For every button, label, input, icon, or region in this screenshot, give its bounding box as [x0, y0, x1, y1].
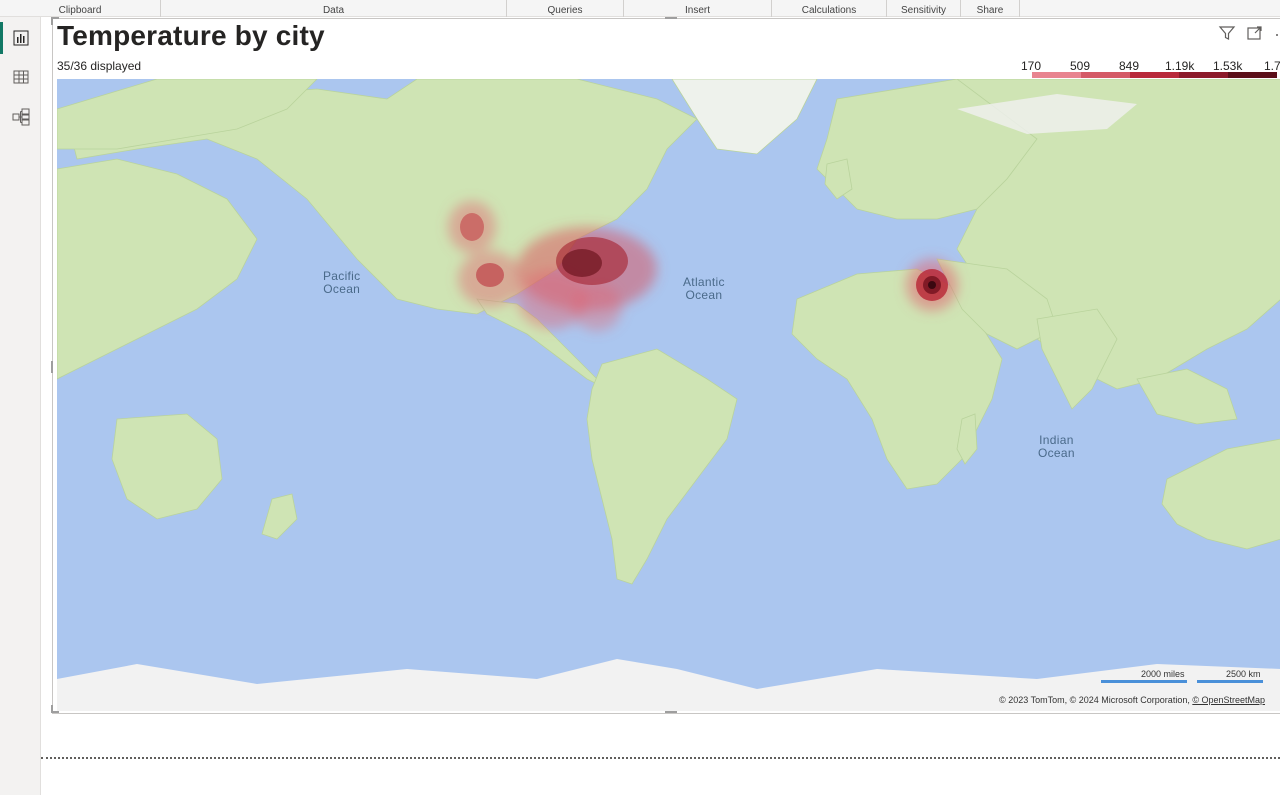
model-view-icon [12, 108, 29, 126]
world-map [57, 79, 1280, 711]
legend-swatch [1130, 72, 1179, 78]
land-masses [57, 79, 1280, 585]
legend-label: 509 [1070, 59, 1091, 73]
resize-handle[interactable] [51, 17, 53, 25]
ribbon-group-insert: Insert [624, 0, 772, 17]
legend-swatch [1032, 72, 1081, 78]
openstreetmap-link[interactable]: © OpenStreetMap [1192, 695, 1265, 705]
focus-mode-icon[interactable] [1245, 23, 1265, 43]
atlantic-ocean-label: Atlantic Ocean [683, 275, 725, 302]
more-options-icon[interactable] [1269, 23, 1280, 43]
resize-handle[interactable] [665, 17, 677, 19]
ribbon-group-share: Share [961, 0, 1020, 17]
filter-icon[interactable] [1217, 23, 1237, 43]
attribution-text: © 2023 TomTom, © 2024 Microsoft Corporat… [999, 695, 1193, 705]
ribbon-group-clipboard: Clipboard [0, 0, 161, 17]
legend-label: 170 [1021, 59, 1042, 73]
ribbon-group-label: Data [322, 5, 345, 16]
ribbon-group-sensitivity: Sensitivity [887, 0, 961, 17]
resize-handle[interactable] [51, 361, 53, 373]
legend-label: 849 [1119, 59, 1140, 73]
ribbon-group-label: Sensitivity [900, 5, 946, 16]
legend-swatch [1081, 72, 1130, 78]
ribbon-group-queries: Queries [507, 0, 624, 17]
map-visual[interactable]: Temperature by city 35/36 displayed 170 … [51, 17, 1280, 714]
page-boundary [41, 757, 1280, 759]
legend-label: 1.70k [1264, 59, 1280, 73]
report-view-icon [13, 30, 28, 46]
ribbon-group-label: Insert [684, 5, 710, 16]
legend-swatch [1228, 72, 1277, 78]
visual-title: Temperature by city [57, 20, 325, 51]
table-view-button[interactable] [0, 58, 41, 96]
resize-handle[interactable] [665, 711, 677, 713]
legend-swatch [1179, 72, 1228, 78]
ribbon-group-labels: Clipboard Data Queries Insert Calculatio… [0, 0, 1280, 17]
heat-map[interactable]: Pacific Ocean Atlantic Ocean Indian Ocea… [57, 79, 1280, 711]
indian-ocean-label: Indian Ocean [1038, 433, 1075, 460]
table-view-icon [13, 70, 28, 84]
legend-label: 1.19k [1165, 59, 1195, 73]
view-switcher [0, 17, 41, 795]
ribbon-group-data: Data [161, 0, 507, 17]
heatmap-legend: 170 509 849 1.19k 1.53k 1.70k [1021, 57, 1280, 79]
report-view-button[interactable] [0, 19, 41, 57]
scale-km-label: 2500 km [1226, 669, 1261, 679]
scale-miles-bar [1101, 680, 1187, 683]
map-attribution: © 2023 TomTom, © 2024 Microsoft Corporat… [999, 695, 1265, 705]
scale-miles-label: 2000 miles [1141, 669, 1185, 679]
pacific-ocean-label: Pacific Ocean [323, 269, 361, 296]
ribbon-group-label: Calculations [801, 5, 857, 16]
displayed-count: 35/36 displayed [57, 59, 142, 73]
ribbon-group-label: Share [976, 5, 1004, 16]
ribbon-group-label: Clipboard [58, 5, 102, 16]
ribbon-group-calculations: Calculations [772, 0, 887, 17]
legend-label: 1.53k [1213, 59, 1243, 73]
model-view-button[interactable] [0, 98, 41, 136]
scale-km-bar [1197, 680, 1263, 683]
resize-handle[interactable] [51, 705, 53, 713]
report-canvas[interactable]: Temperature by city 35/36 displayed 170 … [41, 17, 1280, 795]
ribbon-group-label: Queries [547, 5, 583, 16]
